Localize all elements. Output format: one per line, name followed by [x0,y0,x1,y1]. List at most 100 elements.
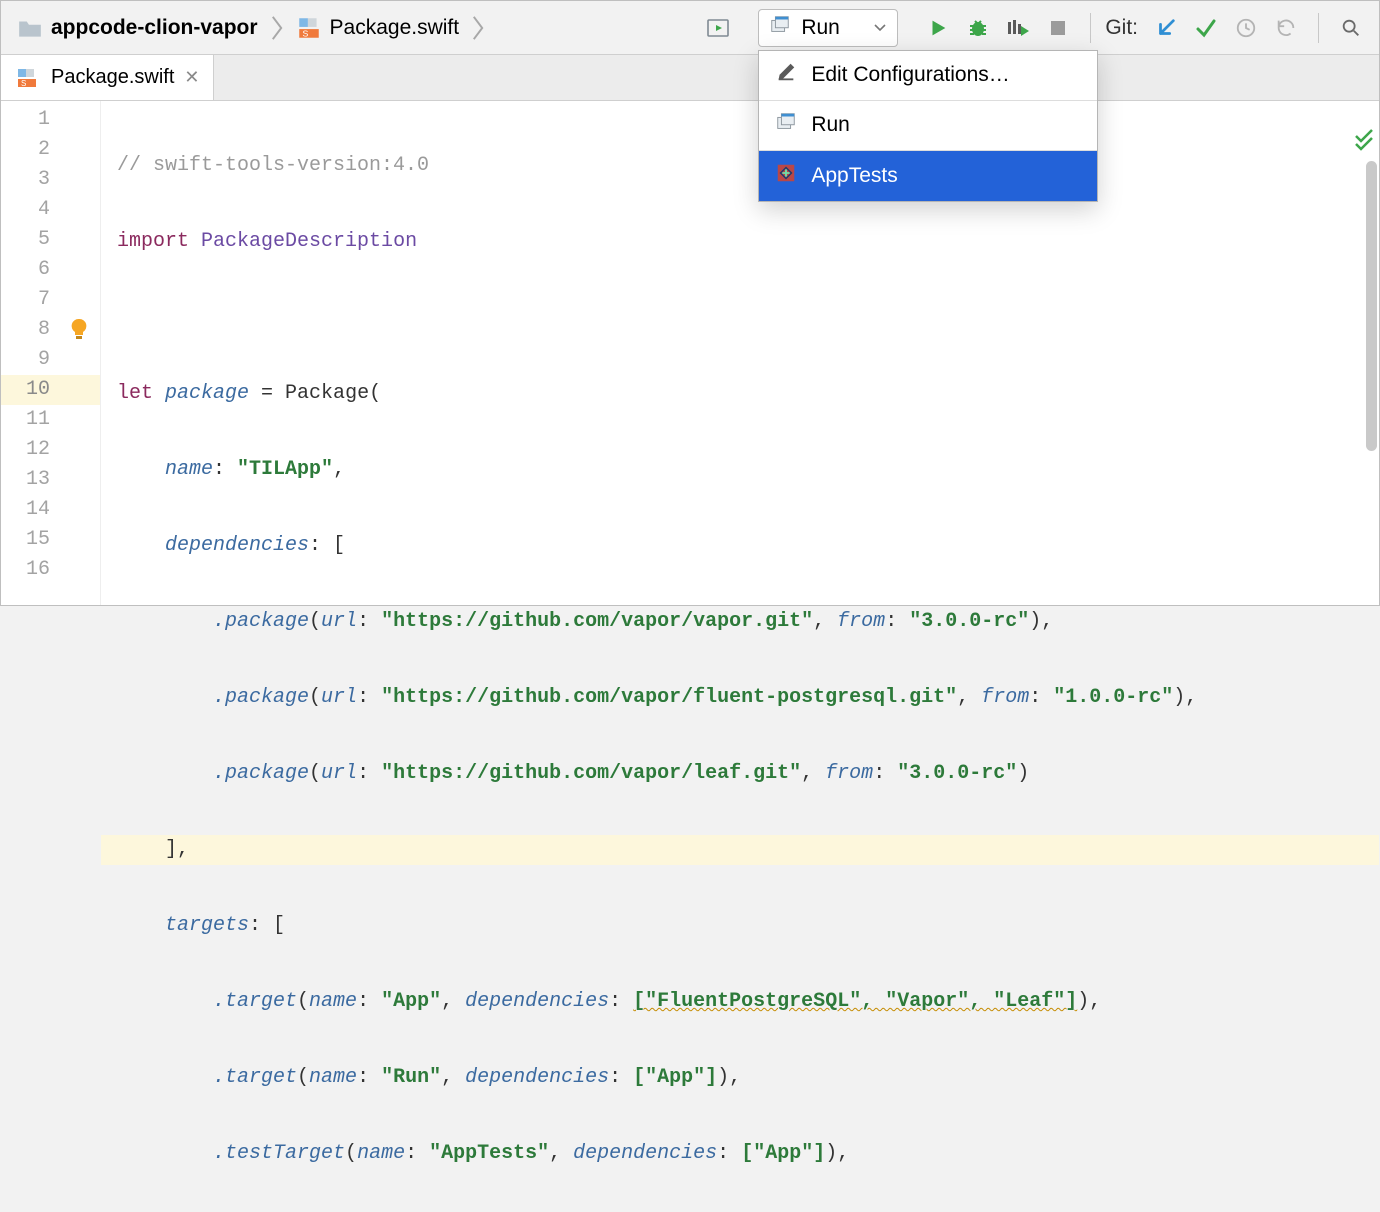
line-number: 3 [1,165,100,195]
breadcrumb-file-label: Package.swift [330,16,460,40]
run-with-coverage-button[interactable] [1000,10,1036,46]
code-text: targets [165,914,249,937]
code-text: import [117,230,189,253]
code-text: let [117,382,153,405]
code-text: "3.0.0-rc" [909,610,1029,633]
code-text: dependencies [573,1142,717,1165]
code-text: package [165,382,249,405]
debug-button[interactable] [960,10,996,46]
code-text: from [837,610,885,633]
dropdown-item-label: Run [811,113,850,137]
line-number: 15 [1,525,100,555]
code-text: dependencies [465,990,609,1013]
code-text: ["App"] [633,1066,717,1089]
windows-icon [775,111,797,139]
vcs-update-button[interactable] [1148,10,1184,46]
code-text: ["FluentPostgreSQL", "Vapor", "Leaf"] [633,990,1077,1013]
line-number: 1 [1,105,100,135]
code-text: "TILApp" [237,458,333,481]
code-text: dependencies [165,534,309,557]
line-number: 7 [1,285,100,315]
line-number: 2 [1,135,100,165]
stop-button[interactable] [1040,10,1076,46]
code-text: "3.0.0-rc" [897,762,1017,785]
editor: 1 2 3 4 5 6 7 8 9 10 11 12 13 14 15 16 /… [1,101,1379,605]
chevron-right-icon [270,14,284,42]
toolbar-separator [1318,13,1319,43]
code-text: = Package( [249,382,381,405]
code-text: "1.0.0-rc" [1053,686,1173,709]
code-area[interactable]: // swift-tools-version:4.0 import Packag… [101,101,1379,605]
run-configuration-selector[interactable]: Run Edit Configurations… Ru [758,9,898,47]
inspection-ok-icon[interactable] [1281,105,1375,182]
code-text: from [825,762,873,785]
chevron-down-icon [873,17,887,39]
line-number: 14 [1,495,100,525]
swift-file-icon: S [296,15,322,41]
code-text: name [309,990,357,1013]
code-text: dependencies [465,1066,609,1089]
breadcrumb: appcode-clion-vapor S Package.swift [11,1,485,54]
chevron-right-icon [471,14,485,42]
code-text: "App" [381,990,441,1013]
folder-icon [17,17,43,39]
code-text: .testTarget [213,1142,345,1165]
code-text: .package [213,762,309,785]
code-text: name [357,1142,405,1165]
dropdown-item-label: AppTests [811,164,897,188]
line-number: 6 [1,255,100,285]
code-text: PackageDescription [201,230,417,253]
toolbar: appcode-clion-vapor S Package.swift [1,1,1379,55]
code-text: "AppTests" [429,1142,549,1165]
line-number: 5 [1,225,100,255]
vcs-commit-button[interactable] [1188,10,1224,46]
code-text: from [981,686,1029,709]
svg-text:S: S [302,28,308,38]
code-text: "Run" [381,1066,441,1089]
breadcrumb-file[interactable]: S Package.swift [290,13,466,43]
line-number-gutter: 1 2 3 4 5 6 7 8 9 10 11 12 13 14 15 16 [1,101,101,605]
breadcrumb-project-label: appcode-clion-vapor [51,16,258,40]
search-everywhere-button[interactable] [1333,10,1369,46]
line-number: 11 [1,405,100,435]
code-text: .target [213,1066,297,1089]
run-configuration-label: Run [801,16,840,40]
code-text: ["App"] [741,1142,825,1165]
windows-icon [769,14,791,42]
code-text: .package [213,610,309,633]
editor-tab-label: Package.swift [51,66,174,89]
line-number: 12 [1,435,100,465]
pencil-icon [775,61,797,89]
line-number: 10 [1,375,100,405]
dropdown-apptests[interactable]: AppTests [759,151,1097,201]
code-text: "https://github.com/vapor/vapor.git" [381,610,813,633]
code-text: name [309,1066,357,1089]
code-text: "https://github.com/vapor/leaf.git" [381,762,801,785]
code-text: .target [213,990,297,1013]
editor-tab[interactable]: S Package.swift ✕ [1,55,214,100]
editor-scrollbar-thumb[interactable] [1366,161,1377,451]
line-number: 4 [1,195,100,225]
code-text: name [165,458,213,481]
line-number: 16 [1,555,100,585]
code-text: "https://github.com/vapor/fluent-postgre… [381,686,957,709]
swift-file-icon: S [15,65,41,91]
close-tab-button[interactable]: ✕ [184,67,199,88]
dropdown-edit-configurations[interactable]: Edit Configurations… [759,51,1097,101]
history-button[interactable] [1228,10,1264,46]
run-file-button[interactable] [700,10,736,46]
svg-text:S: S [21,79,26,88]
code-text: url [321,686,357,709]
intention-bulb-icon[interactable] [68,317,90,350]
code-text: .package [213,686,309,709]
code-text: url [321,762,357,785]
revert-button[interactable] [1268,10,1304,46]
git-label: Git: [1105,16,1138,40]
run-configuration-dropdown: Edit Configurations… Run [758,50,1098,202]
dropdown-run[interactable]: Run [759,101,1097,151]
dropdown-item-label: Edit Configurations… [811,63,1009,87]
editor-tabstrip: S Package.swift ✕ [1,55,1379,101]
toolbar-separator [1090,13,1091,43]
breadcrumb-project[interactable]: appcode-clion-vapor [11,14,264,42]
run-button[interactable] [920,10,956,46]
